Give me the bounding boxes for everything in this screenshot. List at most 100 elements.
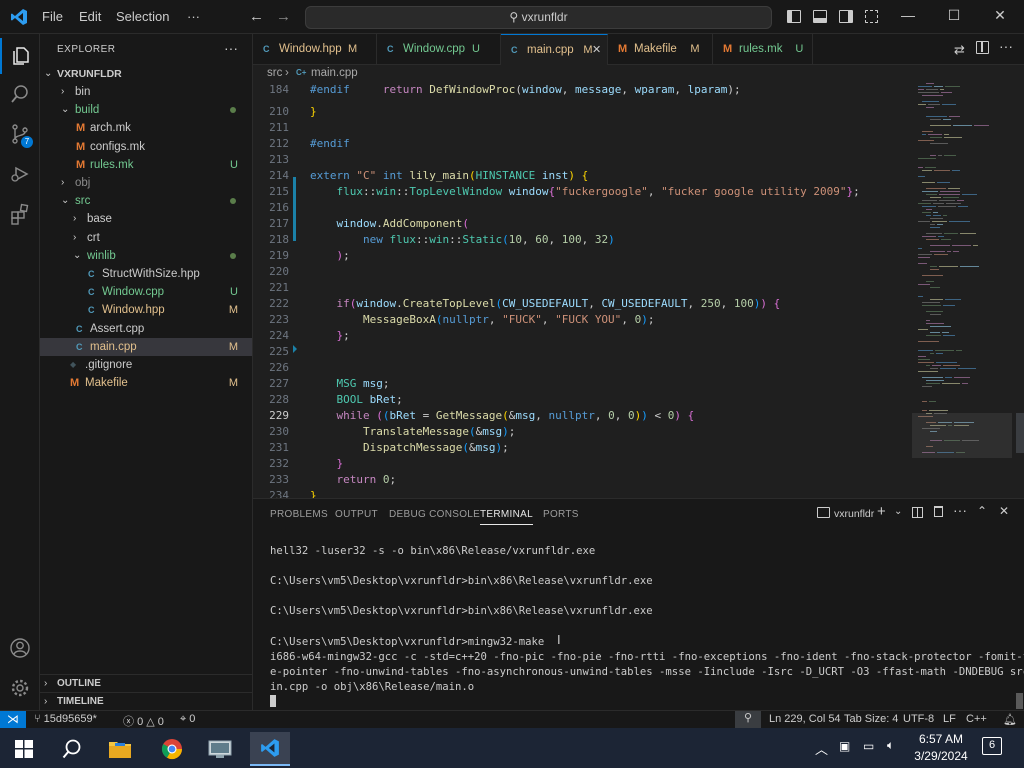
terminal-scrollbar-thumb[interactable] (1016, 693, 1023, 709)
tree-item-window-cpp[interactable]: C Window.cpp U (40, 283, 252, 301)
settings-gear-icon[interactable] (0, 670, 40, 706)
menu-selection[interactable]: Selection (116, 9, 169, 24)
panel-more-icon[interactable]: ··· (953, 502, 967, 518)
explorer-more-icon[interactable]: ··· (224, 40, 238, 56)
close-panel-icon[interactable]: ✕ (999, 504, 1009, 518)
account-icon[interactable] (0, 630, 40, 666)
file-explorer-folder-icon[interactable] (100, 732, 140, 766)
search-icon[interactable] (0, 76, 40, 112)
tree-item-winlib[interactable]: ⌄ winlib (40, 247, 252, 265)
tree-item-crt[interactable]: › crt (40, 229, 252, 247)
source-control-icon[interactable]: 7 (0, 116, 40, 152)
customize-layout-icon[interactable] (865, 10, 878, 23)
tree-item-rules-mk[interactable]: Mrules.mk U (40, 156, 252, 174)
tab-output[interactable]: OUTPUT (335, 509, 378, 520)
tree-item-arch-mk[interactable]: March.mk (40, 119, 252, 137)
tab-ports[interactable]: PORTS (543, 509, 579, 520)
tree-item-makefile[interactable]: M Makefile M (40, 374, 252, 392)
tab-debug-console[interactable]: DEBUG CONSOLE (389, 509, 480, 520)
volume-speaker-icon[interactable]: 🔈︎ (887, 738, 894, 753)
network-icon[interactable]: ▭ (863, 739, 874, 753)
notifications-bell-icon[interactable]: 🔔︎ (1003, 713, 1017, 726)
minimize-button[interactable]: — (888, 7, 928, 23)
problems-status[interactable]: ⓧ 0 △ 0 (123, 713, 164, 729)
minimap-viewport[interactable] (912, 413, 1012, 458)
split-terminal-icon[interactable] (912, 507, 923, 518)
tab-makefile[interactable]: M Makefile M (608, 34, 713, 65)
line-number: 221 (269, 281, 289, 294)
tab-main-cpp[interactable]: Cmain.cpp M ✕ (501, 34, 608, 65)
vscode-logo-icon[interactable] (10, 8, 28, 26)
remote-indicator-icon[interactable]: ⋊ (0, 711, 26, 728)
tree-item-gitignore[interactable]: ◆ .gitignore (40, 356, 252, 374)
search-icon[interactable] (52, 732, 92, 766)
tree-item-obj[interactable]: › obj (40, 174, 252, 192)
editor-scrollbar[interactable] (1014, 83, 1024, 463)
new-terminal-plus-icon[interactable]: + (877, 503, 886, 520)
encoding[interactable]: UTF-8 (903, 713, 934, 725)
breadcrumb-folder[interactable]: src (267, 67, 282, 79)
workspace-root[interactable]: ⌄ VXRUNFLDR (40, 65, 252, 83)
cursor-position[interactable]: Ln 229, Col 54 (769, 713, 841, 725)
extensions-icon[interactable] (0, 196, 40, 232)
code-editor[interactable]: 184 210 211 212 213 214 215 216 217 218 219 220 221 2… (253, 83, 1024, 498)
run-debug-icon[interactable] (0, 156, 40, 192)
tree-item-bin[interactable]: › bin (40, 83, 252, 101)
toggle-primary-sidebar-icon[interactable] (787, 10, 801, 23)
tray-chevron-up-icon[interactable]: ︿ (815, 739, 828, 758)
breadcrumb-file[interactable]: main.cpp (311, 67, 358, 79)
open-changes-icon[interactable]: ⇄ (954, 42, 965, 58)
outline-section[interactable]: › OUTLINE (40, 674, 252, 692)
zoom-magnifier-icon[interactable]: ⚲ (735, 711, 761, 728)
tree-item-structwithsize-hpp[interactable]: C StructWithSize.hpp (40, 265, 252, 283)
tree-item-main-cpp[interactable]: Cmain.cpp M (40, 337, 252, 356)
menu-edit[interactable]: Edit (79, 9, 101, 24)
chrome-browser-icon[interactable] (152, 732, 192, 766)
code-line: extern "C" int lily_main(HINSTANCE inst)… (310, 169, 589, 182)
close-window-button[interactable]: ✕ (980, 7, 1020, 24)
kill-terminal-trash-icon[interactable] (934, 506, 943, 517)
minimap[interactable] (912, 83, 1012, 463)
remote-desktop-icon[interactable] (200, 732, 240, 766)
close-tab-icon[interactable]: ✕ (592, 35, 601, 66)
tab-problems[interactable]: PROBLEMS (270, 509, 328, 520)
forward-arrow-icon[interactable]: → (276, 8, 291, 25)
menu-more[interactable]: ··· (187, 9, 200, 24)
tree-item-window-hpp[interactable]: C Window.hpp M (40, 301, 252, 319)
tab-window-cpp[interactable]: C Window.cpp U (377, 34, 501, 65)
tray-app-icon[interactable]: ▣ (839, 739, 850, 753)
tree-item-build[interactable]: ⌄ build (40, 101, 252, 119)
language-mode[interactable]: C++ (966, 713, 987, 725)
chevron-down-icon[interactable]: ⌄ (894, 506, 902, 517)
tab-terminal[interactable]: TERMINAL (480, 509, 533, 525)
tree-item-src[interactable]: ⌄ src (40, 192, 252, 210)
maximize-panel-chevron-up-icon[interactable]: ⌃ (977, 504, 987, 518)
tree-item-base[interactable]: › base (40, 210, 252, 228)
clock-date[interactable]: 3/29/2024 (909, 749, 973, 763)
line-ending[interactable]: LF (943, 713, 956, 725)
toggle-secondary-sidebar-icon[interactable] (839, 10, 853, 23)
tab-window-hpp[interactable]: C Window.hpp M (253, 34, 377, 65)
branch-status[interactable]: ⑂ 15d95659* (34, 713, 97, 725)
line-number: 212 (269, 137, 289, 150)
tab-rules-mk[interactable]: Mrules.mk U (713, 34, 813, 65)
back-arrow-icon[interactable]: ← (249, 8, 264, 25)
vscode-taskbar-icon[interactable] (250, 732, 290, 766)
tree-item-assert-cpp[interactable]: C Assert.cpp (40, 320, 252, 338)
notification-center-icon[interactable]: 6 (982, 737, 1002, 755)
timeline-section[interactable]: › TIMELINE (40, 692, 252, 710)
split-editor-icon[interactable] (976, 41, 989, 54)
start-windows-icon[interactable] (4, 732, 44, 766)
editor-more-icon[interactable]: ··· (999, 38, 1013, 54)
clock-time[interactable]: 6:57 AM (913, 732, 969, 746)
tree-item-configs-mk[interactable]: Mconfigs.mk (40, 138, 252, 156)
explorer-icon[interactable] (0, 38, 40, 74)
command-center-search[interactable]: ⚲ vxrunfldr (305, 6, 772, 29)
maximize-button[interactable]: ☐ (934, 7, 974, 24)
menu-file[interactable]: File (42, 9, 63, 24)
toggle-panel-icon[interactable] (813, 10, 827, 23)
scrollbar-thumb[interactable] (1016, 413, 1024, 453)
ports-status[interactable]: ⌖ 0 (180, 713, 195, 726)
terminal-name[interactable]: vxrunfldr (834, 508, 874, 520)
tab-size[interactable]: Tab Size: 4 (844, 713, 898, 725)
